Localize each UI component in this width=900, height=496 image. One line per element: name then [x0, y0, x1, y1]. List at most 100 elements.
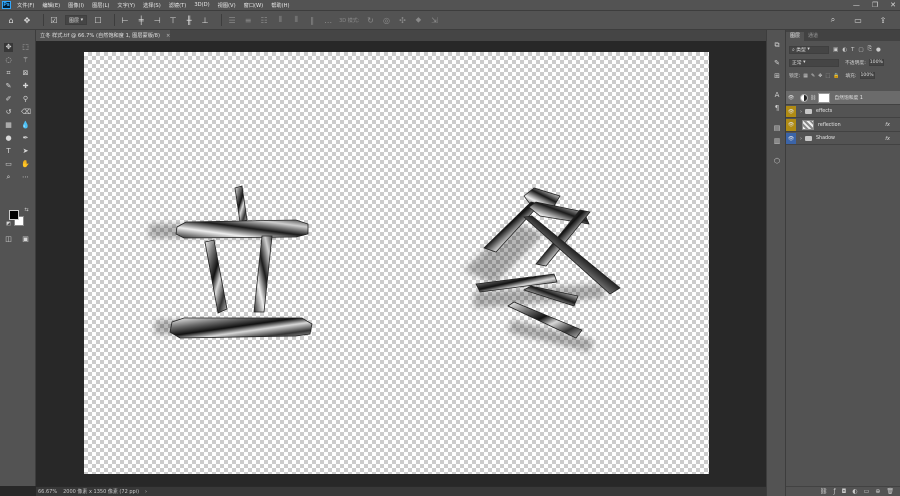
- move-tool-icon[interactable]: ✥: [4, 43, 13, 52]
- share-icon[interactable]: ⇪: [878, 15, 888, 25]
- menu-3d[interactable]: 3D(D): [194, 2, 209, 8]
- character-panel-icon[interactable]: A: [772, 90, 782, 100]
- distribute-top-icon[interactable]: ☰: [227, 15, 237, 25]
- home-icon[interactable]: ⌂: [6, 15, 16, 25]
- frame-tool-icon[interactable]: ⊠: [21, 69, 30, 78]
- layer-group-row[interactable]: 👁 › effects: [786, 106, 900, 118]
- zoom-tool-icon[interactable]: ⌕: [4, 173, 13, 182]
- menu-edit[interactable]: 编辑(E): [42, 2, 60, 9]
- menu-file[interactable]: 文件(F): [17, 2, 34, 9]
- align-hcenter-icon[interactable]: ╪: [136, 15, 146, 25]
- filter-smart-object-icon[interactable]: ⎘: [868, 46, 872, 53]
- layer-row[interactable]: 👁 reflection fx: [786, 119, 900, 132]
- pen-tool-icon[interactable]: ✒: [21, 134, 30, 143]
- magic-wand-tool-icon[interactable]: ⚚: [21, 56, 30, 65]
- clone-stamp-tool-icon[interactable]: ⚲: [21, 95, 30, 104]
- link-layers-icon[interactable]: ⛓: [820, 488, 828, 495]
- tab-channels[interactable]: 通道: [804, 32, 822, 41]
- gradient-tool-icon[interactable]: ▦: [4, 121, 13, 130]
- layer-effects-icon[interactable]: fx: [885, 136, 890, 142]
- history-brush-tool-icon[interactable]: ↺: [4, 108, 13, 117]
- filter-type-icon[interactable]: T: [851, 47, 854, 53]
- eraser-tool-icon[interactable]: ⌫: [21, 108, 31, 117]
- edit-toolbar-icon[interactable]: ⋯: [21, 173, 30, 182]
- menu-help[interactable]: 帮助(H): [271, 2, 289, 9]
- visibility-eye-icon[interactable]: 👁: [786, 133, 796, 144]
- move-tool-icon[interactable]: ✥: [22, 15, 32, 25]
- new-adjustment-icon[interactable]: ◐: [852, 488, 857, 495]
- distribute-bottom-icon[interactable]: ☷: [259, 15, 269, 25]
- chevron-right-icon[interactable]: ›: [800, 109, 802, 115]
- rectangle-tool-icon[interactable]: ▭: [4, 160, 13, 169]
- lock-artboard-icon[interactable]: ⬚: [825, 73, 830, 79]
- healing-brush-tool-icon[interactable]: ✚: [21, 82, 30, 91]
- more-options-icon[interactable]: …: [323, 15, 333, 25]
- menu-type[interactable]: 文字(Y): [117, 2, 135, 9]
- visibility-eye-icon[interactable]: 👁: [786, 119, 796, 131]
- visibility-eye-icon[interactable]: 👁: [786, 91, 796, 104]
- path-selection-tool-icon[interactable]: ➤: [21, 147, 30, 156]
- close-window-button[interactable]: ✕: [890, 1, 896, 9]
- swap-colors-icon[interactable]: ⇆: [22, 206, 31, 215]
- brush-settings-icon[interactable]: ✎: [772, 58, 782, 68]
- align-bottom-icon[interactable]: ⊥: [200, 15, 210, 25]
- adjustments-icon[interactable]: ⊞: [772, 71, 782, 81]
- quick-mask-icon[interactable]: ◫: [4, 235, 13, 244]
- paragraph-panel-icon[interactable]: ¶: [772, 103, 782, 113]
- type-tool-icon[interactable]: T: [4, 147, 13, 156]
- transform-controls-checkbox[interactable]: ☐: [93, 15, 103, 25]
- close-tab-icon[interactable]: ×: [166, 33, 170, 39]
- distribute-left-icon[interactable]: ⫴: [275, 15, 285, 25]
- add-mask-icon[interactable]: ◘: [842, 488, 847, 495]
- lock-transparent-icon[interactable]: ▦: [803, 73, 808, 79]
- brush-tool-icon[interactable]: ✐: [4, 95, 13, 104]
- lock-position-icon[interactable]: ✥: [818, 73, 822, 79]
- crop-tool-icon[interactable]: ⌗: [4, 69, 13, 78]
- align-right-icon[interactable]: ⊣: [152, 15, 162, 25]
- search-icon[interactable]: ⌕: [828, 15, 838, 25]
- drag-3d-icon[interactable]: ✣: [397, 15, 407, 25]
- filter-shape-icon[interactable]: ▢: [858, 47, 863, 53]
- add-style-icon[interactable]: ƒ: [834, 488, 836, 495]
- document-tab[interactable]: 立冬 样式.tif @ 66.7% (自然饱和度 1, 图层蒙版/8) ×: [36, 30, 170, 41]
- auto-select-target-dropdown[interactable]: 图层 ▾: [65, 15, 88, 25]
- menu-select[interactable]: 选择(S): [143, 2, 161, 9]
- menu-window[interactable]: 窗口(W): [244, 2, 264, 9]
- new-layer-icon[interactable]: ⊕: [875, 488, 880, 495]
- roll-3d-icon[interactable]: ◎: [381, 15, 391, 25]
- layer-group-row[interactable]: 👁 › Shadow fx: [786, 133, 900, 145]
- lock-all-icon[interactable]: 🔒: [833, 73, 839, 79]
- layer-row[interactable]: 👁 ⛓ 自然饱和度 1: [786, 91, 900, 105]
- distribute-vcenter-icon[interactable]: ≡: [243, 15, 253, 25]
- layer-mask-thumbnail[interactable]: [818, 92, 831, 103]
- 3d-panel-icon[interactable]: ⬡: [772, 156, 782, 166]
- properties-icon[interactable]: ▥: [772, 136, 782, 146]
- visibility-eye-icon[interactable]: 👁: [786, 106, 796, 117]
- default-colors-icon[interactable]: ◩: [4, 220, 13, 229]
- align-vcenter-icon[interactable]: ╫: [184, 15, 194, 25]
- menu-image[interactable]: 图像(I): [68, 2, 84, 9]
- history-panel-icon[interactable]: ⧉: [772, 40, 782, 50]
- zoom-level[interactable]: 66.67%: [38, 489, 57, 495]
- filter-pixel-icon[interactable]: ▣: [833, 47, 838, 53]
- mask-link-icon[interactable]: ⛓: [810, 95, 816, 101]
- lock-pixels-icon[interactable]: ✎: [811, 73, 815, 79]
- filter-adjustment-icon[interactable]: ◐: [842, 47, 847, 53]
- auto-select-checkbox[interactable]: ☑: [49, 15, 59, 25]
- screen-mode-icon[interactable]: ▣: [21, 235, 30, 244]
- slide-3d-icon[interactable]: ⬥: [413, 15, 423, 25]
- menu-layer[interactable]: 图层(L): [92, 2, 109, 9]
- distribute-hcenter-icon[interactable]: ⦀: [291, 15, 301, 25]
- workspace-icon[interactable]: ▭: [853, 15, 863, 25]
- align-top-icon[interactable]: ⊤: [168, 15, 178, 25]
- distribute-right-icon[interactable]: ∥: [307, 15, 317, 25]
- foreground-color-swatch[interactable]: [9, 210, 19, 220]
- eyedropper-tool-icon[interactable]: ✎: [4, 82, 13, 91]
- align-left-icon[interactable]: ⊢: [120, 15, 130, 25]
- lasso-tool-icon[interactable]: ◌: [4, 56, 13, 65]
- libraries-icon[interactable]: ▤: [772, 123, 782, 133]
- delete-layer-icon[interactable]: 🗑: [886, 488, 894, 495]
- menu-view[interactable]: 视图(V): [218, 2, 236, 9]
- document-canvas[interactable]: [84, 52, 709, 474]
- blur-tool-icon[interactable]: 💧: [21, 121, 30, 130]
